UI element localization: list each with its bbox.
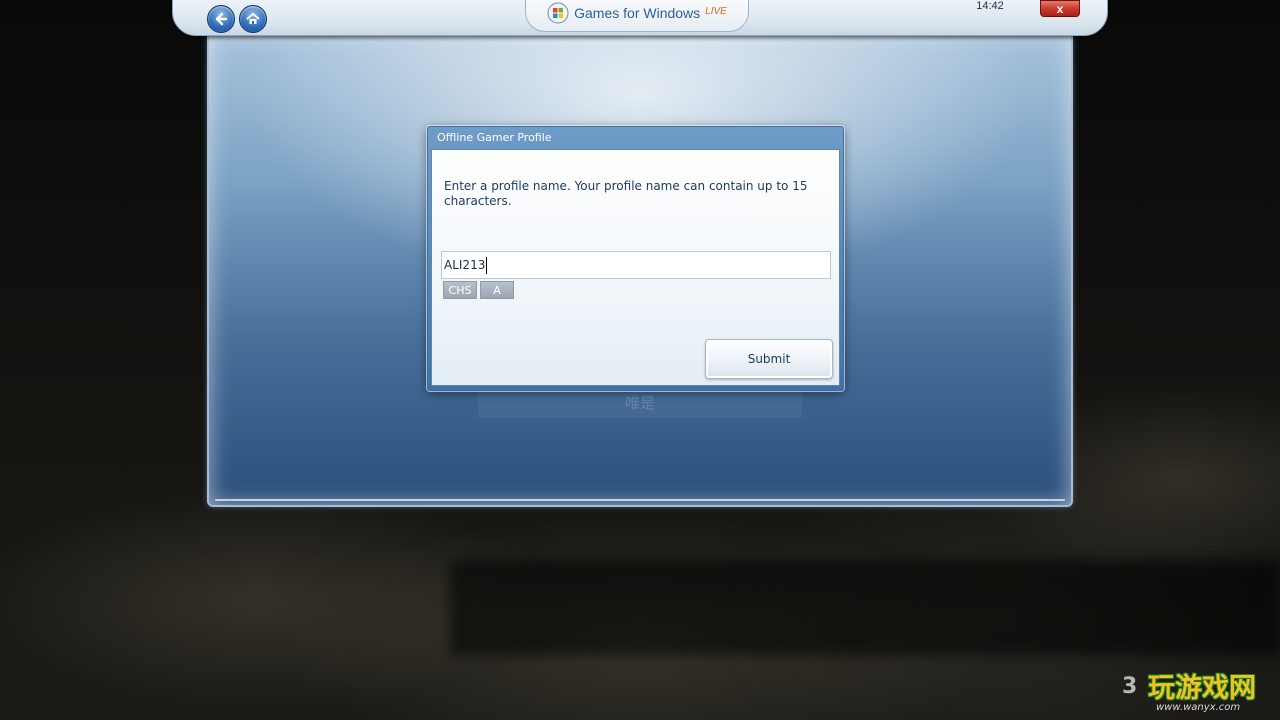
watermark-url: www.wanyx.com <box>1156 702 1241 713</box>
home-icon <box>246 13 260 24</box>
back-button[interactable] <box>207 5 235 33</box>
ime-language-button[interactable]: CHS <box>443 281 477 299</box>
home-button[interactable] <box>239 5 267 33</box>
watermark-prefix: 3 <box>1122 674 1138 699</box>
windows-flag-icon <box>547 2 569 24</box>
offline-gamer-profile-dialog: Offline Gamer Profile Enter a profile na… <box>427 126 844 391</box>
submit-button[interactable]: Submit <box>705 339 833 379</box>
watermark-text: 玩游戏网 <box>1148 673 1256 704</box>
close-button[interactable]: x <box>1040 0 1080 17</box>
background-shadow <box>450 560 1280 655</box>
text-caret <box>486 256 488 274</box>
logo-live-text: LIVE <box>705 5 727 17</box>
profile-name-input[interactable]: ALI213 <box>441 251 831 279</box>
panel-bottom-highlight <box>215 499 1065 501</box>
dialog-title: Offline Gamer Profile <box>437 131 552 144</box>
clock: 14:42 <box>976 0 1004 12</box>
dialog-instructions: Enter a profile name. Your profile name … <box>444 179 808 208</box>
dialog-body: Enter a profile name. Your profile name … <box>431 149 840 386</box>
logo-text: Games for Windows <box>574 5 701 21</box>
back-arrow-icon <box>215 12 228 26</box>
ime-mode-button[interactable]: A <box>480 281 514 299</box>
profile-name-value: ALI213 <box>444 258 486 272</box>
games-for-windows-live-logo: Games for Windows LIVE <box>525 0 749 32</box>
site-watermark: 3 玩游戏网 www.wanyx.com <box>1120 664 1278 718</box>
background-button-label: 唯是 <box>624 394 655 412</box>
